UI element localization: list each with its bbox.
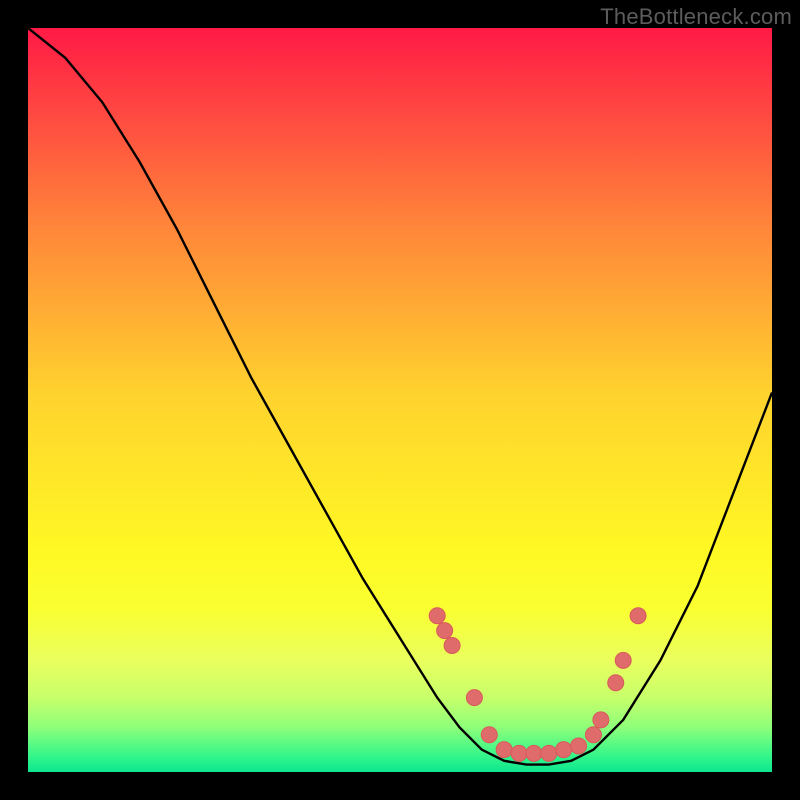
marker-point — [556, 742, 572, 758]
plot-area — [28, 28, 772, 772]
marker-point — [615, 652, 631, 668]
marker-point — [429, 608, 445, 624]
attribution-label: TheBottleneck.com — [600, 4, 792, 30]
marker-point — [444, 638, 460, 654]
marker-point — [608, 675, 624, 691]
chart-svg — [28, 28, 772, 772]
marker-point — [526, 745, 542, 761]
marker-point — [496, 742, 512, 758]
marker-point — [541, 745, 557, 761]
marker-point — [481, 727, 497, 743]
marker-point — [630, 608, 646, 624]
marker-point — [437, 623, 453, 639]
marker-point — [585, 727, 601, 743]
marker-point — [593, 712, 609, 728]
marker-point — [571, 738, 587, 754]
marker-point — [511, 745, 527, 761]
chart-frame: TheBottleneck.com — [0, 0, 800, 800]
marker-point — [466, 690, 482, 706]
